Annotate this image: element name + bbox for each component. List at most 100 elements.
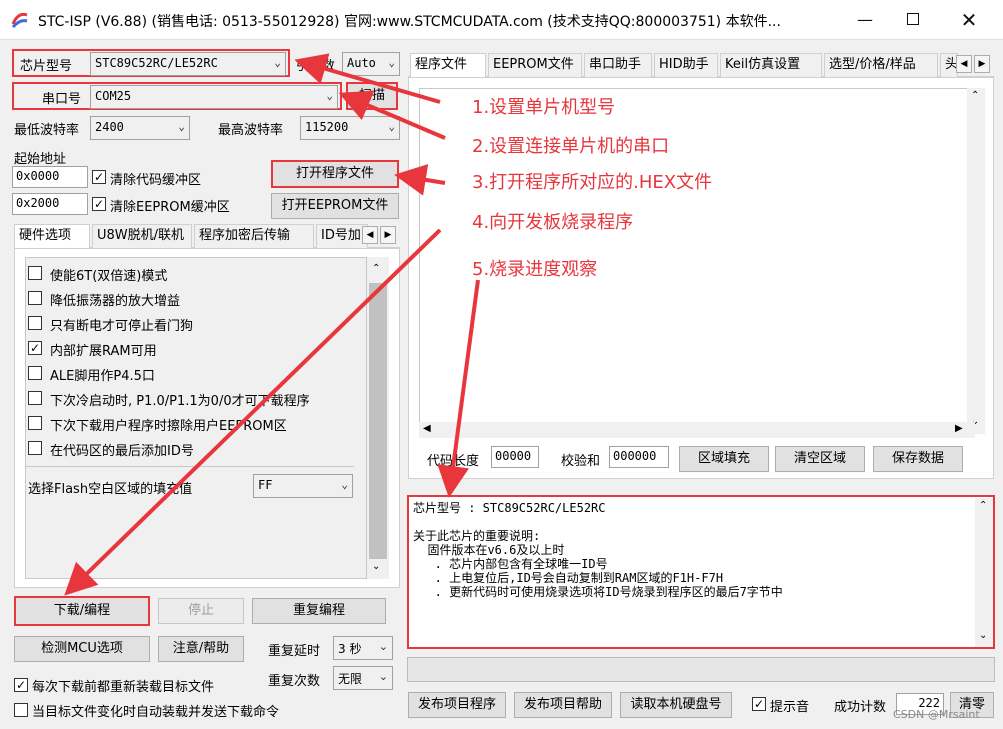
divider bbox=[25, 466, 354, 467]
fill-label: 选择Flash空白区域的填充值 bbox=[28, 482, 193, 497]
repeat-program-button[interactable]: 重复编程 bbox=[252, 598, 386, 624]
scroll-right-icon[interactable]: ▶ bbox=[955, 423, 963, 434]
option-label: 在代码区的最后添加ID号 bbox=[50, 444, 194, 459]
success-count-label: 成功计数 bbox=[834, 700, 887, 715]
chip-label: 芯片型号 bbox=[20, 59, 73, 74]
start-addr-input[interactable]: 0x0000 bbox=[12, 166, 88, 188]
chevron-down-icon: ⌄ bbox=[178, 120, 185, 133]
tab-left-arrow-icon[interactable]: ◀ bbox=[956, 55, 972, 73]
save-data-button[interactable]: 保存数据 bbox=[873, 446, 963, 472]
option-checkbox[interactable] bbox=[28, 266, 42, 280]
log-scrollbar[interactable]: ⌃ ⌄ bbox=[975, 498, 993, 647]
tab-program-file[interactable]: 程序文件 bbox=[410, 53, 486, 78]
fill-area-button[interactable]: 区域填充 bbox=[679, 446, 769, 472]
clear-eeprom-checkbox[interactable]: ✓ bbox=[92, 197, 106, 211]
chevron-down-icon: ⌄ bbox=[378, 640, 388, 653]
max-baud-select[interactable]: 115200 ⌄ bbox=[300, 116, 400, 140]
close-icon[interactable]: ✕ bbox=[946, 0, 992, 40]
tab-right-arrow-icon[interactable]: ▶ bbox=[974, 55, 990, 73]
max-baud-value: 115200 bbox=[305, 120, 349, 134]
stop-button[interactable]: 停止 bbox=[158, 598, 244, 624]
option-checkbox[interactable] bbox=[28, 441, 42, 455]
download-button[interactable]: 下载/编程 bbox=[14, 596, 150, 626]
option-label: 降低振荡器的放大增益 bbox=[50, 294, 181, 309]
auto-send-checkbox[interactable] bbox=[14, 703, 28, 717]
tab-serial-assistant[interactable]: 串口助手 bbox=[584, 53, 652, 77]
count-value: 无限 bbox=[338, 672, 363, 686]
scroll-left-icon[interactable]: ◀ bbox=[423, 423, 431, 434]
help-button[interactable]: 注意/帮助 bbox=[158, 636, 244, 662]
option-checkbox[interactable] bbox=[28, 291, 42, 305]
pin-value: Auto bbox=[347, 56, 376, 70]
pin-select[interactable]: Auto ⌄ bbox=[342, 52, 400, 76]
option-checkbox[interactable] bbox=[28, 316, 42, 330]
tab-eeprom-file[interactable]: EEPROM文件 bbox=[488, 53, 582, 77]
clear-eeprom-label: 清除EEPROM缓冲区 bbox=[110, 200, 230, 215]
option-checkbox[interactable] bbox=[28, 416, 42, 430]
open-eeprom-file-button[interactable]: 打开EEPROM文件 bbox=[271, 193, 399, 219]
scan-button[interactable]: 扫描 bbox=[346, 82, 398, 110]
chip-select[interactable]: STC89C52RC/LE52RC ⌄ bbox=[90, 52, 286, 76]
scroll-up-icon[interactable]: ⌃ bbox=[979, 500, 987, 511]
minimize-icon[interactable]: — bbox=[842, 0, 888, 40]
clear-code-checkbox[interactable]: ✓ bbox=[92, 170, 106, 184]
port-label: 串口号 bbox=[42, 92, 82, 107]
chip-info-log[interactable]: 芯片型号 : STC89C52RC/LE52RC 关于此芯片的重要说明: 固件版… bbox=[407, 495, 995, 649]
option-checkbox[interactable]: ✓ bbox=[28, 341, 42, 355]
chevron-down-icon: ⌄ bbox=[388, 56, 395, 69]
min-baud-label: 最低波特率 bbox=[14, 123, 80, 138]
chip-value: STC89C52RC/LE52RC bbox=[95, 56, 218, 70]
annotation-1: 1.设置单片机型号 bbox=[472, 97, 616, 118]
option-checkbox[interactable] bbox=[28, 391, 42, 405]
tab-encrypt[interactable]: 程序加密后传输 bbox=[194, 224, 314, 248]
detect-mcu-button[interactable]: 检测MCU选项 bbox=[14, 636, 150, 662]
fill-value: FF bbox=[258, 478, 273, 492]
window-title: STC-ISP (V6.88) (销售电话: 0513-55012928) 官网… bbox=[38, 14, 781, 30]
delay-select[interactable]: 3 秒 ⌄ bbox=[333, 636, 393, 660]
maximize-icon[interactable] bbox=[890, 0, 936, 40]
tab-u8w[interactable]: U8W脱机/联机 bbox=[92, 224, 192, 248]
scroll-up-icon[interactable]: ⌃ bbox=[372, 263, 380, 274]
scroll-down-icon[interactable]: ⌄ bbox=[372, 561, 380, 572]
option-checkbox[interactable] bbox=[28, 366, 42, 380]
hex-hscrollbar[interactable]: ◀ ▶ bbox=[419, 422, 975, 438]
publish-help-button[interactable]: 发布项目帮助 bbox=[514, 692, 612, 718]
title-bar: STC-ISP (V6.88) (销售电话: 0513-55012928) 官网… bbox=[0, 0, 1003, 40]
options-scrollbar[interactable]: ⌃ ⌄ bbox=[367, 257, 389, 579]
sound-checkbox[interactable]: ✓ bbox=[752, 697, 766, 711]
start-addr-label: 起始地址 bbox=[14, 152, 67, 167]
tab-selection-price[interactable]: 选型/价格/样品 bbox=[824, 53, 938, 77]
publish-program-button[interactable]: 发布项目程序 bbox=[408, 692, 506, 718]
clear-area-button[interactable]: 清空区域 bbox=[775, 446, 865, 472]
open-program-file-button[interactable]: 打开程序文件 bbox=[271, 160, 399, 188]
auto-send-label: 当目标文件变化时自动装载并发送下载命令 bbox=[32, 705, 280, 720]
delay-label: 重复延时 bbox=[268, 644, 321, 659]
chevron-down-icon: ⌄ bbox=[274, 56, 281, 69]
tab-hid-assistant[interactable]: HID助手 bbox=[654, 53, 718, 77]
checksum-label: 校验和 bbox=[561, 454, 601, 469]
annotation-3: 3.打开程序所对应的.HEX文件 bbox=[472, 172, 713, 193]
min-baud-select[interactable]: 2400 ⌄ bbox=[90, 116, 190, 140]
count-select[interactable]: 无限 ⌄ bbox=[333, 666, 393, 690]
tab-right-arrow-icon[interactable]: ▶ bbox=[380, 226, 396, 244]
eeprom-addr-input[interactable]: 0x2000 bbox=[12, 193, 88, 215]
tab-id[interactable]: ID号加 bbox=[316, 224, 368, 248]
option-label: 下次冷启动时, P1.0/P1.1为0/0才可下载程序 bbox=[50, 394, 310, 409]
chevron-down-icon: ⌄ bbox=[388, 120, 395, 133]
tab-keil-settings[interactable]: Keil仿真设置 bbox=[720, 53, 822, 77]
option-label: 只有断电才可停止看门狗 bbox=[50, 319, 194, 334]
hex-vscrollbar[interactable]: ⌃ ⌄ bbox=[967, 88, 985, 434]
annotation-2: 2.设置连接单片机的串口 bbox=[472, 136, 670, 157]
scroll-thumb[interactable] bbox=[369, 283, 387, 559]
clear-code-label: 清除代码缓冲区 bbox=[110, 173, 202, 188]
tab-left-arrow-icon[interactable]: ◀ bbox=[362, 226, 378, 244]
port-select[interactable]: COM25 ⌄ bbox=[90, 85, 338, 109]
tab-hardware-options[interactable]: 硬件选项 bbox=[14, 224, 90, 249]
hardware-tabs: 硬件选项 U8W脱机/联机 程序加密后传输 ID号加 ◀ ▶ bbox=[14, 224, 400, 249]
reload-checkbox[interactable]: ✓ bbox=[14, 678, 28, 692]
scroll-down-icon[interactable]: ⌄ bbox=[979, 630, 987, 641]
fill-select[interactable]: FF ⌄ bbox=[253, 474, 353, 498]
read-disk-id-button[interactable]: 读取本机硬盘号 bbox=[620, 692, 732, 718]
min-baud-value: 2400 bbox=[95, 120, 124, 134]
scroll-up-icon[interactable]: ⌃ bbox=[971, 90, 979, 101]
